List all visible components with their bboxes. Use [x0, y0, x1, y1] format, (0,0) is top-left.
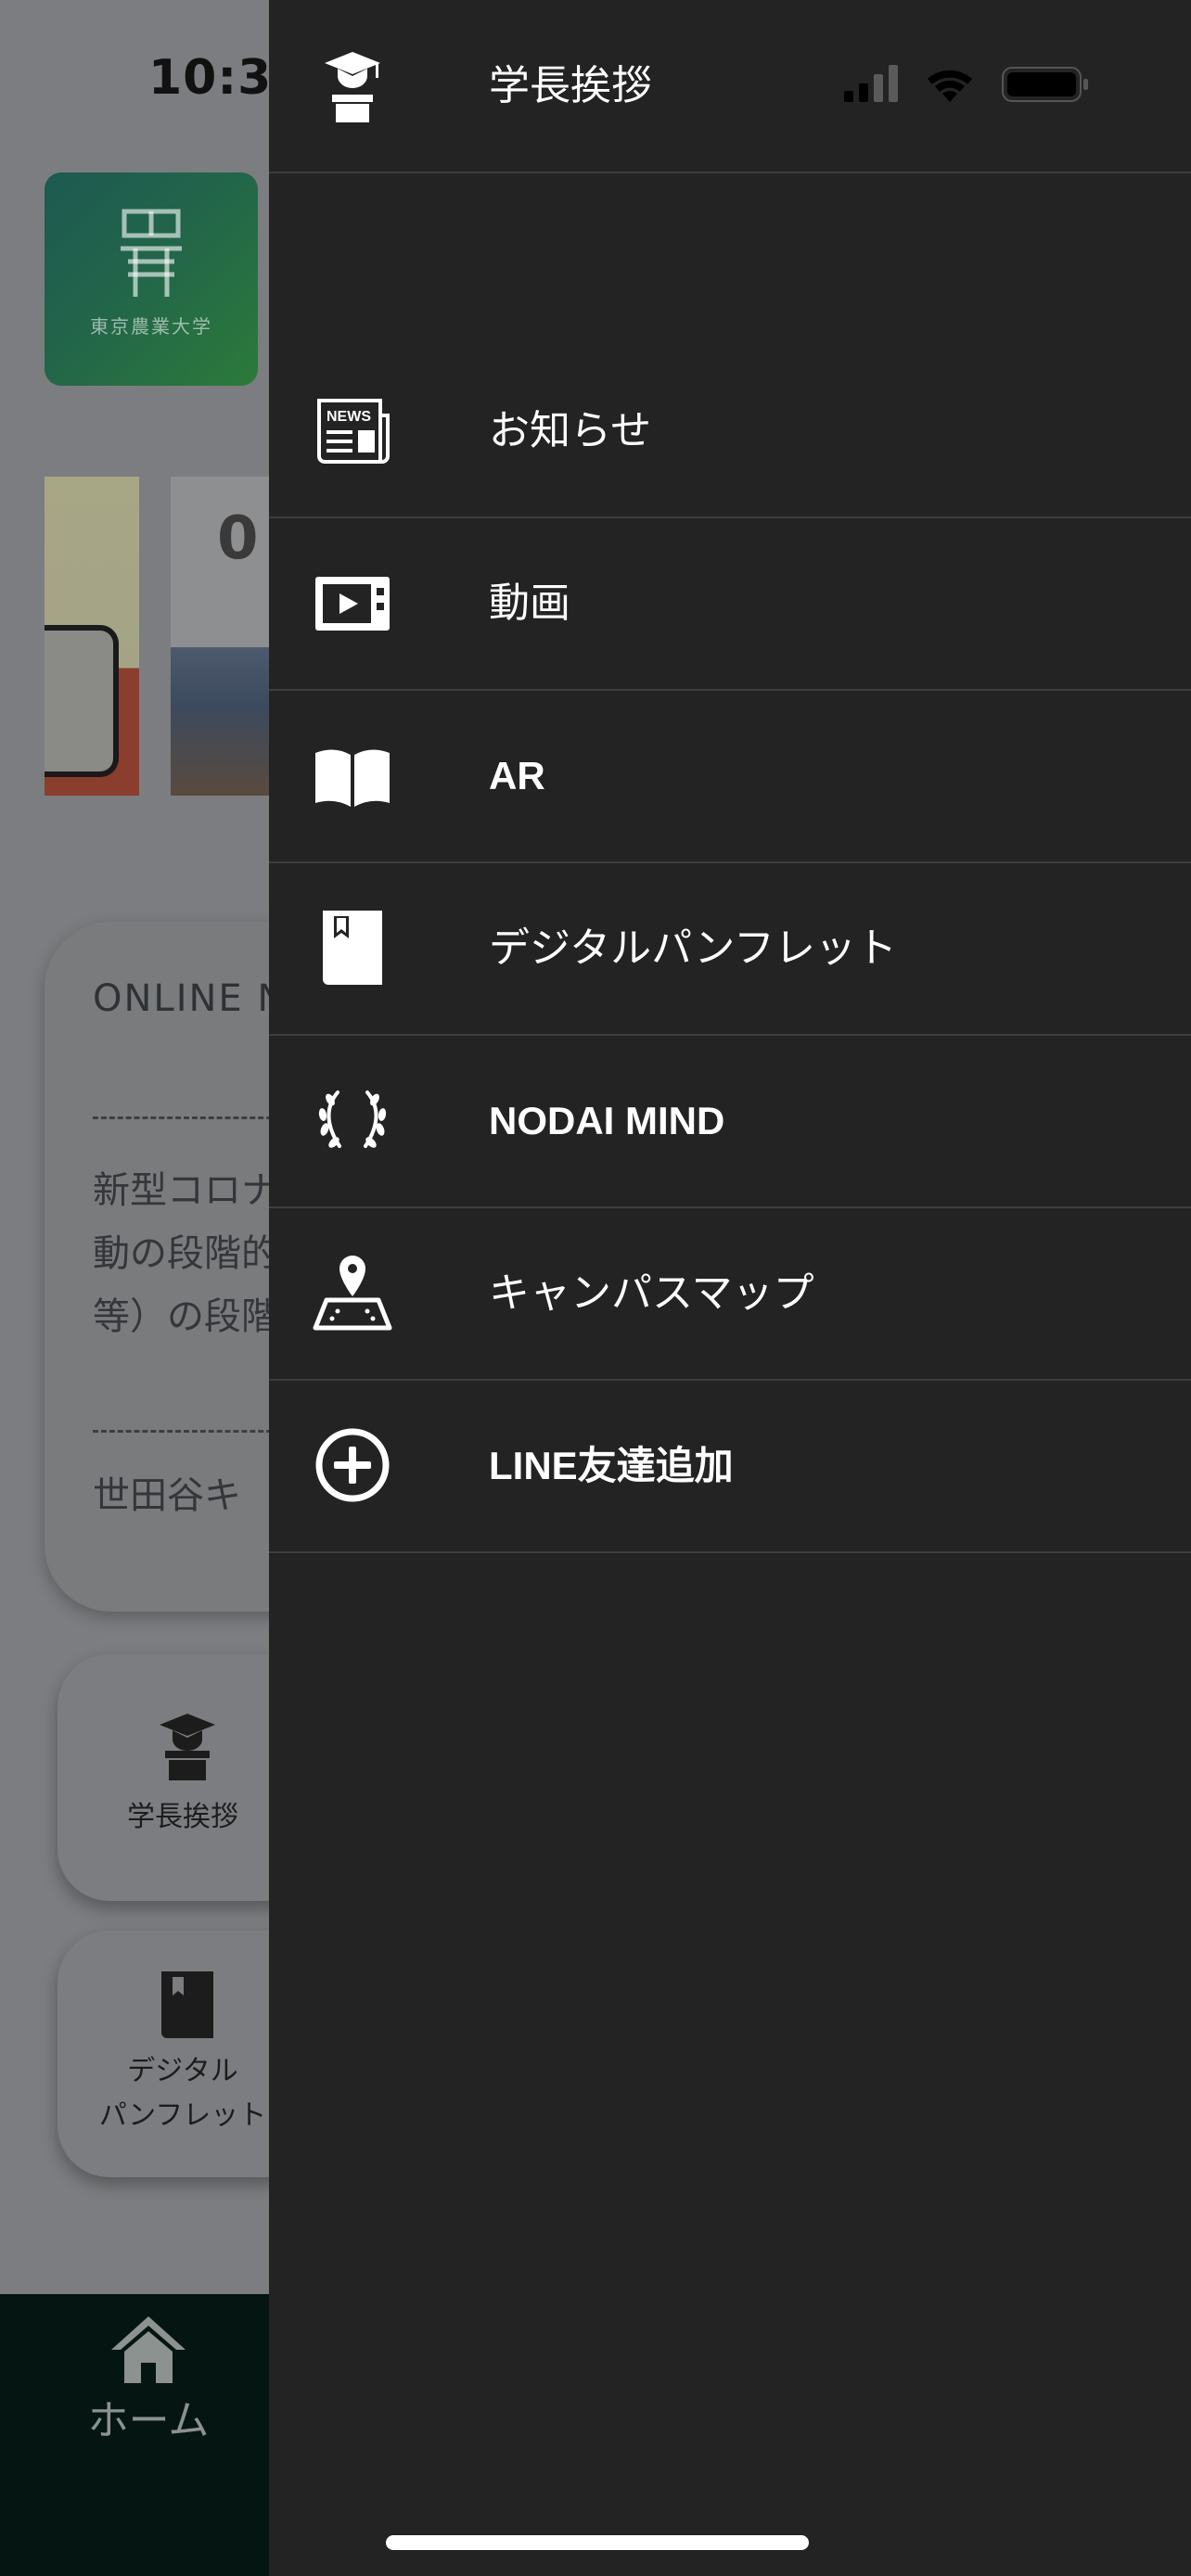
- logo-caption: 東京農業大学: [90, 315, 212, 338]
- graduate-podium-icon: [160, 1714, 215, 1780]
- tab-home-label: ホーム: [87, 2397, 210, 2444]
- menu-item-news[interactable]: NEWS お知らせ: [269, 345, 1191, 518]
- app-screen: 10:35 東京農業大学 0 ONLINE N 新型コロナ 動の段階的 等）の段…: [0, 0, 1191, 2576]
- news-title: ONLINE N: [93, 977, 288, 1020]
- university-logo[interactable]: 東京農業大学: [45, 172, 258, 386]
- menu-item-digital-pamphlet[interactable]: デジタルパンフレット: [269, 862, 1191, 1036]
- news-footer: 世田谷キ: [93, 1474, 241, 1517]
- menu-label: デジタルパンフレット: [489, 925, 897, 972]
- menu-label: LINE友達追加: [489, 1444, 734, 1487]
- menu-item-nodai-mind[interactable]: NODAI MIND: [269, 1035, 1191, 1208]
- bottom-tab-bar: ホーム: [0, 2294, 278, 2576]
- menu-item-line-add-friend[interactable]: LINE友達追加: [269, 1380, 1191, 1553]
- banner-image[interactable]: [45, 477, 139, 796]
- laurel-icon: [318, 1090, 387, 1148]
- video-icon: [315, 577, 390, 631]
- menu-label: NODAI MIND: [489, 1099, 725, 1142]
- banner-photo: [171, 647, 273, 796]
- navigation-drawer: 学長挨拶 NEWS お知らせ 動画 AR デジタルパンフレット NODAI MI…: [269, 0, 1191, 2576]
- home-icon: [111, 2316, 186, 2383]
- news-line: 新型コロナ: [93, 1169, 278, 1212]
- news-line: 等）の段階: [93, 1295, 278, 1338]
- menu-label: キャンパスマップ: [489, 1269, 814, 1317]
- menu-item-campus-map[interactable]: キャンパスマップ: [269, 1207, 1191, 1381]
- book-bookmark-icon: [323, 911, 382, 985]
- news-line: 動の段階的: [93, 1232, 278, 1275]
- home-indicator[interactable]: [386, 2535, 809, 2550]
- menu-label: お知らせ: [489, 407, 652, 454]
- menu-label: 学長挨拶: [489, 62, 652, 109]
- banner-photo: [45, 625, 119, 777]
- svg-text:NEWS: NEWS: [327, 409, 371, 425]
- menu-item-president-greeting[interactable]: 学長挨拶: [269, 0, 1191, 173]
- open-book-icon: [315, 749, 390, 807]
- menu-label: AR: [489, 754, 545, 797]
- banner-number: 0: [217, 504, 259, 573]
- menu-item-ar[interactable]: AR: [269, 690, 1191, 863]
- news-body: 新型コロナ 動の段階的 等）の段階: [93, 1159, 278, 1348]
- map-pin-icon: [313, 1256, 392, 1331]
- menu-label: 動画: [489, 580, 570, 627]
- logo-mark-icon: [121, 209, 182, 297]
- menu-item-video[interactable]: 動画: [269, 517, 1191, 691]
- banner-image[interactable]: 0: [171, 477, 273, 796]
- book-bookmark-icon: [161, 1971, 213, 2038]
- add-circle-icon: [315, 1428, 390, 1502]
- graduate-podium-icon: [325, 52, 380, 122]
- news-icon: NEWS: [317, 399, 390, 464]
